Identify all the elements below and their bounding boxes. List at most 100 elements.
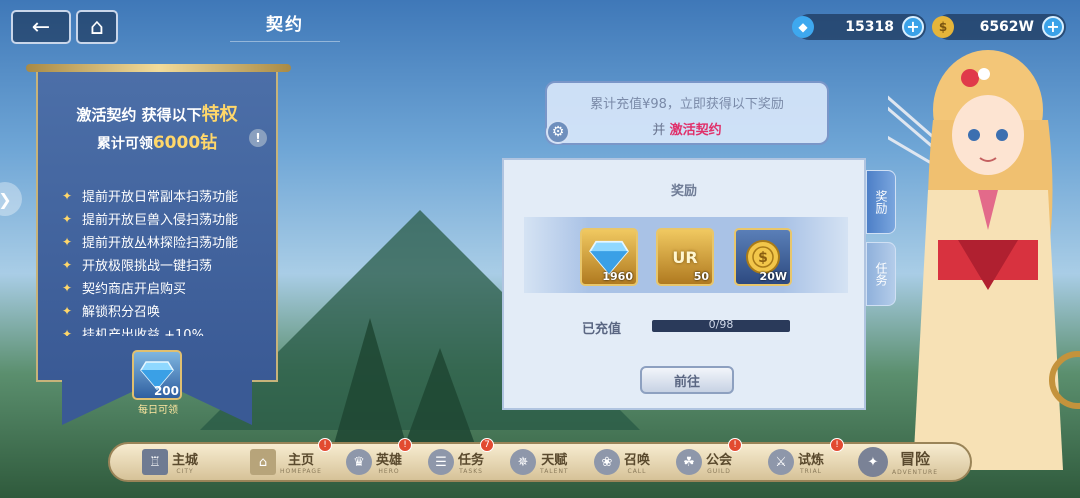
nav-sub: CALL <box>627 468 647 475</box>
star-icon: ✦ <box>62 188 73 203</box>
nav-text: 主页 HOMEPAGE <box>280 449 322 475</box>
nav-sub: ADVENTURE <box>892 469 939 476</box>
alert-badge: ! <box>398 438 412 452</box>
reward-count: 1960 <box>602 270 633 283</box>
reward-item-diamond[interactable]: 1960 <box>580 228 638 286</box>
info-icon[interactable]: ! <box>249 129 267 147</box>
nav-sub: CITY <box>176 468 194 475</box>
nav-item-tasks[interactable]: ☰ 任务 TASKS 7 <box>428 438 494 480</box>
summon-icon: ❀ <box>594 449 620 475</box>
nav-item-talent[interactable]: ✵ 天赋 TALENT <box>510 444 569 480</box>
star-icon: ✦ <box>62 257 73 272</box>
star-icon: ✦ <box>62 234 73 249</box>
nav-item-guild[interactable]: ☘ 公会 GUILD ! <box>676 438 742 480</box>
banner-subheading: 累计可领6000钻 <box>46 128 268 153</box>
character-illustration <box>888 50 1080 470</box>
notice-line1: 累计充值¥98，立即获得以下奖励 <box>590 97 784 112</box>
gear-icon: ⚙ <box>546 120 570 144</box>
home-icon: ⌂ <box>250 449 276 475</box>
star-icon: ✦ <box>62 326 73 337</box>
gold-currency: $ 6562W + <box>932 14 1066 40</box>
list-item: ✦ 挂机产出收益 +10% <box>62 322 272 337</box>
list-item: ✦ 契约商店开启购买 <box>62 276 272 299</box>
alert-badge: ! <box>728 438 742 452</box>
talent-icon: ✵ <box>510 449 536 475</box>
perk-text: 提前开放日常副本扫荡功能 <box>82 190 239 205</box>
list-item: ✦ 提前开放巨兽入侵扫荡功能 <box>62 207 272 230</box>
banner-heading-highlight: 特权 <box>201 104 238 125</box>
nav-text: 召唤 CALL <box>624 449 650 475</box>
reward-item-gold[interactable]: $ 20W <box>734 228 792 286</box>
goto-button[interactable]: 前往 <box>640 366 734 394</box>
back-button[interactable]: ← <box>11 10 71 44</box>
perk-list[interactable]: ✦ 提前开放日常副本扫荡功能 ✦ 提前开放巨兽入侵扫荡功能 ✦ 提前开放丛林探险扫荡功… <box>62 184 272 337</box>
compass-icon: ✦ <box>858 447 888 477</box>
alert-badge: ! <box>318 438 332 452</box>
tasks-icon: ☰ <box>428 449 454 475</box>
recharge-notice: 累计充值¥98，立即获得以下奖励 并 激活契约 <box>545 81 829 145</box>
nav-item-hero[interactable]: ♛ 英雄 HERO ! <box>346 438 412 480</box>
hero-icon: ♛ <box>346 449 372 475</box>
diamond-icon: ◆ <box>792 16 814 38</box>
nav-label: 试炼 <box>798 453 825 468</box>
nav-item-city[interactable]: ♖ 主城 CITY <box>142 444 198 480</box>
prev-page-arrow[interactable]: ❯ <box>0 182 22 216</box>
perk-text: 解锁积分召唤 <box>82 305 161 320</box>
star-icon: ✦ <box>62 303 73 318</box>
nav-label: 公会 <box>706 453 733 468</box>
banner-heading-text: 激活契约 获得以下 <box>76 106 202 124</box>
reward-count: 20W <box>759 270 787 283</box>
nav-label: 主页 <box>287 453 314 468</box>
gold-coin-icon: $ <box>932 16 954 38</box>
nav-sub: HERO <box>378 468 400 475</box>
list-item: ✦ 提前开放丛林探险扫荡功能 <box>62 230 272 253</box>
nav-label: 天赋 <box>541 453 568 468</box>
nav-text: 公会 GUILD <box>706 449 732 475</box>
nav-item-trial[interactable]: ⚔ 试炼 TRIAL ! <box>768 438 844 480</box>
reward-item-ur-fragment[interactable]: UR 50 <box>656 228 714 286</box>
nav-text: 任务 TASKS <box>458 449 484 475</box>
count-badge: 7 <box>480 438 494 452</box>
perk-text: 契约商店开启购买 <box>82 282 187 297</box>
home-button[interactable]: ⌂ <box>76 10 118 44</box>
guild-icon: ☘ <box>676 449 702 475</box>
alert-badge: ! <box>830 438 844 452</box>
notice-line2: 并 激活契约 <box>547 119 827 138</box>
perk-text: 挂机产出收益 +10% <box>82 328 204 336</box>
tab-reward-label: 奖励 <box>874 190 888 214</box>
nav-sub: TRIAL <box>799 468 823 475</box>
list-item: ✦ 提前开放日常副本扫荡功能 <box>62 184 272 207</box>
nav-item-call[interactable]: ❀ 召唤 CALL <box>594 444 650 480</box>
home-icon: ⌂ <box>90 14 104 40</box>
nav-label: 冒险 <box>900 450 931 468</box>
trial-icon: ⚔ <box>768 449 794 475</box>
nav-sub: HOMEPAGE <box>280 468 322 475</box>
nav-item-homepage[interactable]: ⌂ 主页 HOMEPAGE ! <box>250 438 332 480</box>
banner-subheading-text: 累计可领 <box>96 136 153 152</box>
reward-panel: 奖励 1960 UR 50 $ 20W 已充值 0/98 前往 <box>502 158 866 410</box>
castle-icon: ♖ <box>142 449 168 475</box>
nav-label: 任务 <box>458 453 485 468</box>
star-icon: ✦ <box>62 280 73 295</box>
tab-task-label: 任务 <box>874 262 888 286</box>
nav-sub: TALENT <box>540 468 569 475</box>
star-icon: ✦ <box>62 211 73 226</box>
add-diamond-button[interactable]: + <box>902 16 924 38</box>
nav-text: 试炼 TRIAL <box>798 449 824 475</box>
banner-heading: 激活契约 获得以下特权 <box>46 100 268 126</box>
banner-subheading-highlight: 6000钻 <box>152 133 218 153</box>
chevron-left-icon: ❯ <box>0 190 12 209</box>
nav-item-adventure[interactable]: ✦ 冒险 ADVENTURE <box>858 444 938 480</box>
add-gold-button[interactable]: + <box>1042 16 1064 38</box>
gold-amount: 6562W <box>979 19 1034 35</box>
page-title: 契约 <box>230 10 340 42</box>
nav-text: 英雄 HERO <box>376 449 402 475</box>
nav-label: 英雄 <box>376 453 403 468</box>
nav-label: 召唤 <box>624 453 651 468</box>
list-item: ✦ 解锁积分召唤 <box>62 299 272 322</box>
daily-reward-label: 每日可领 <box>138 405 178 416</box>
reward-count: 50 <box>693 270 709 283</box>
nav-sub: GUILD <box>707 468 731 475</box>
nav-text: 冒险 ADVENTURE <box>892 448 938 476</box>
diamond-amount: 15318 <box>845 19 894 35</box>
